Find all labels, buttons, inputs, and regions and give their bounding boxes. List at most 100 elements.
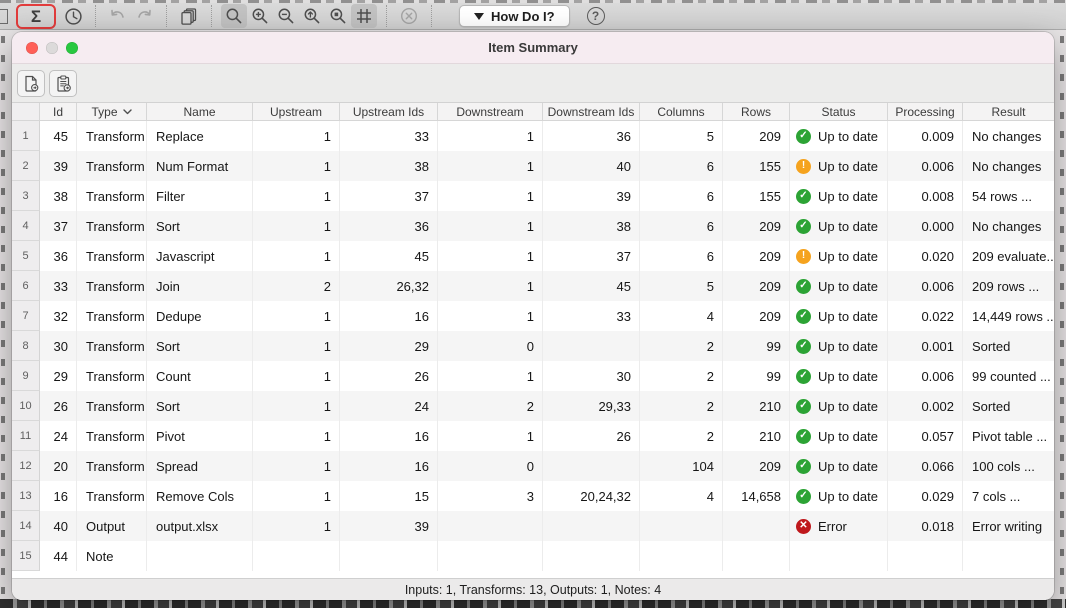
- column-header-label: Result: [991, 105, 1025, 119]
- table-row[interactable]: 830TransformSort1290299✓Up to date0.001S…: [12, 331, 1054, 361]
- clipped-background-left: [0, 30, 12, 608]
- cell-upstream_ids: 37: [340, 181, 438, 211]
- table-row[interactable]: 338TransformFilter1371396155✓Up to date0…: [12, 181, 1054, 211]
- grid-snap-icon[interactable]: [351, 4, 377, 28]
- column-header-name[interactable]: Name: [147, 103, 253, 120]
- column-header-downstream_ids[interactable]: Downstream Ids: [543, 103, 640, 120]
- cell-downstream: 1: [438, 271, 543, 301]
- cell-processing: 0.057: [888, 421, 963, 451]
- cell-downstream: 2: [438, 391, 543, 421]
- item-summary-sigma-icon[interactable]: Σ: [23, 4, 49, 28]
- cell-id: 20: [40, 451, 77, 481]
- schedule-clock-icon[interactable]: [60, 4, 86, 28]
- duplicate-pages-icon[interactable]: [176, 4, 202, 28]
- zoom-out-icon[interactable]: [273, 4, 299, 28]
- help-icon[interactable]: ?: [587, 7, 605, 25]
- cell-rows: 14,658: [723, 481, 790, 511]
- column-header-label: Id: [53, 105, 63, 119]
- column-header-rows[interactable]: Rows: [723, 103, 790, 120]
- clipped-background-top: [0, 0, 1066, 3]
- table-row[interactable]: 732TransformDedupe1161334209✓Up to date0…: [12, 301, 1054, 331]
- table-row[interactable]: 1220TransformSpread1160104209✓Up to date…: [12, 451, 1054, 481]
- redo-icon[interactable]: [131, 4, 157, 28]
- row-number: 3: [12, 181, 40, 211]
- ok-status-icon: ✓: [796, 189, 811, 204]
- table-row[interactable]: 1440Outputoutput.xlsx139✕Error0.018Error…: [12, 511, 1054, 541]
- close-window-button[interactable]: [26, 42, 38, 54]
- cell-upstream_ids: 16: [340, 451, 438, 481]
- window-titlebar[interactable]: Item Summary: [12, 32, 1054, 64]
- table-row[interactable]: 145TransformReplace1331365209✓Up to date…: [12, 121, 1054, 151]
- cell-type: Transform: [77, 241, 147, 271]
- table-row[interactable]: 633TransformJoin226,321455209✓Up to date…: [12, 271, 1054, 301]
- cell-type: Transform: [77, 361, 147, 391]
- cell-upstream_ids: 26: [340, 361, 438, 391]
- zoom-in-icon[interactable]: [247, 4, 273, 28]
- cell-name: Remove Cols: [147, 481, 253, 511]
- table-row[interactable]: 1544Note: [12, 541, 1054, 571]
- table-row[interactable]: 239TransformNum Format1381406155!Up to d…: [12, 151, 1054, 181]
- cell-name: Sort: [147, 211, 253, 241]
- cell-type: Transform: [77, 481, 147, 511]
- column-header-status[interactable]: Status: [790, 103, 888, 120]
- column-header-id[interactable]: Id: [40, 103, 77, 120]
- cell-status: ✓Up to date: [790, 421, 888, 451]
- export-to-file-button[interactable]: [17, 70, 45, 97]
- column-header-upstream_ids[interactable]: Upstream Ids: [340, 103, 438, 120]
- zoom-window-button[interactable]: [66, 42, 78, 54]
- status-label: Up to date: [818, 279, 878, 294]
- table-row[interactable]: 536TransformJavascript1451376209!Up to d…: [12, 241, 1054, 271]
- cell-processing: 0.008: [888, 181, 963, 211]
- cell-name: [147, 541, 253, 571]
- cell-result: 7 cols ...: [963, 481, 1054, 511]
- column-header-columns[interactable]: Columns: [640, 103, 723, 120]
- cell-downstream: 1: [438, 241, 543, 271]
- cell-upstream: 1: [253, 391, 340, 421]
- copy-to-clipboard-button[interactable]: [49, 70, 77, 97]
- cell-type: Transform: [77, 331, 147, 361]
- table-row[interactable]: 929TransformCount126130299✓Up to date0.0…: [12, 361, 1054, 391]
- column-header-upstream[interactable]: Upstream: [253, 103, 340, 120]
- row-number: 9: [12, 361, 40, 391]
- table-row[interactable]: 1316TransformRemove Cols115320,24,32414,…: [12, 481, 1054, 511]
- clipped-background-bottom: [0, 599, 1066, 608]
- row-number: 12: [12, 451, 40, 481]
- search-icon[interactable]: [221, 4, 247, 28]
- column-header-label: Processing: [895, 105, 954, 119]
- table-row[interactable]: 1124TransformPivot1161262210✓Up to date0…: [12, 421, 1054, 451]
- cell-downstream: 0: [438, 451, 543, 481]
- cell-downstream: 0: [438, 331, 543, 361]
- cell-result: [963, 541, 1054, 571]
- undo-icon[interactable]: [105, 4, 131, 28]
- cell-processing: 0.066: [888, 451, 963, 481]
- cell-downstream: 1: [438, 181, 543, 211]
- column-header-type[interactable]: Type: [77, 103, 147, 120]
- table-row[interactable]: 437TransformSort1361386209✓Up to date0.0…: [12, 211, 1054, 241]
- cell-downstream: 1: [438, 211, 543, 241]
- cell-rows: 209: [723, 451, 790, 481]
- table-row[interactable]: 1026TransformSort124229,332210✓Up to dat…: [12, 391, 1054, 421]
- cell-status: [790, 541, 888, 571]
- how-do-i-button[interactable]: How Do I?: [459, 5, 570, 27]
- cell-upstream_ids: [340, 541, 438, 571]
- cancel-circle-icon[interactable]: [396, 4, 422, 28]
- cell-rows: 210: [723, 421, 790, 451]
- cell-rows: 155: [723, 151, 790, 181]
- status-label: Up to date: [818, 159, 878, 174]
- cell-upstream_ids: 16: [340, 421, 438, 451]
- zoom-reset-icon[interactable]: [299, 4, 325, 28]
- cell-name: Pivot: [147, 421, 253, 451]
- column-header-processing[interactable]: Processing: [888, 103, 963, 120]
- cell-status: ✓Up to date: [790, 181, 888, 211]
- cell-id: 37: [40, 211, 77, 241]
- cell-upstream: 1: [253, 241, 340, 271]
- item-summary-window: Item Summary IdT: [12, 32, 1054, 600]
- column-header-downstream[interactable]: Downstream: [438, 103, 543, 120]
- cell-status: ✓Up to date: [790, 451, 888, 481]
- column-header-result[interactable]: Result: [963, 103, 1054, 120]
- cell-columns: 6: [640, 241, 723, 271]
- cell-type: Transform: [77, 151, 147, 181]
- zoom-selection-icon[interactable]: [325, 4, 351, 28]
- cell-result: 100 cols ...: [963, 451, 1054, 481]
- clipped-background-right: [1054, 30, 1066, 608]
